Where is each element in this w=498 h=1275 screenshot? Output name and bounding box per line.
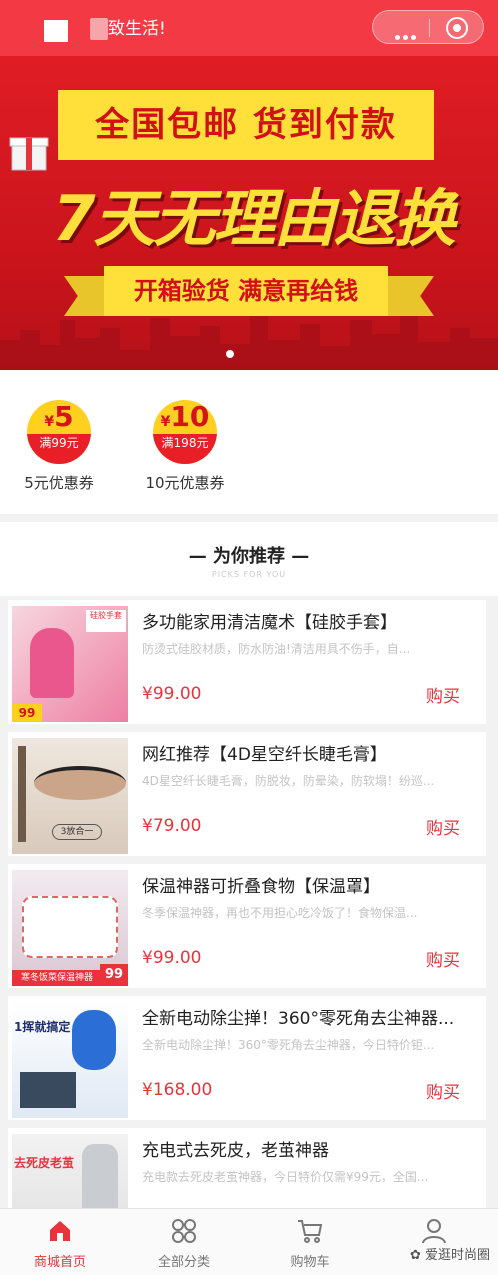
thumb-caption: 3放合一: [52, 824, 102, 840]
banner-line-3: 开箱验货 满意再给钱: [104, 266, 388, 316]
food-cover-shape: [22, 896, 118, 958]
coupon-badge: ¥5 满99元: [27, 400, 91, 464]
coupon-amount: 5: [54, 400, 74, 433]
tab-cart[interactable]: 购物车: [260, 1217, 360, 1270]
capsule-divider: [429, 19, 430, 37]
product-image: 硅胶手套 99: [12, 606, 128, 722]
title-blur: [90, 18, 108, 40]
product-price: ¥99.00: [142, 684, 202, 704]
demo-photo: [20, 1072, 76, 1108]
tab-label: 购物车: [290, 1255, 330, 1270]
tab-label: 全部分类: [157, 1255, 210, 1270]
product-card[interactable]: 1挥就搞定 全新电动除尘掸！360°零死角去尘神器... 全新电动除尘掸！360…: [8, 996, 486, 1120]
product-card[interactable]: 寒冬饭菜保温神器 99 保温神器可折叠食物【保温罩】 冬季保温神器，再也不用担心…: [8, 864, 486, 988]
bottom-tab-bar: 商城首页 全部分类 购物车: [0, 1208, 498, 1275]
tab-home[interactable]: 商城首页: [10, 1217, 110, 1270]
user-icon: [420, 1217, 448, 1245]
more-icon[interactable]: [395, 25, 421, 40]
currency-symbol: ¥: [160, 414, 171, 430]
tab-label: 商城首页: [33, 1255, 86, 1270]
product-name: 网红推荐【4D星空纤长睫毛膏】: [142, 745, 387, 765]
thumb-caption: 去死皮老茧: [14, 1156, 75, 1170]
product-name: 保温神器可折叠食物【保温罩】: [142, 877, 380, 897]
currency-symbol: ¥: [44, 414, 55, 430]
mini-program-capsule: [372, 10, 484, 44]
buy-button[interactable]: 购买: [426, 682, 460, 707]
coupon-label: 10元优惠券: [145, 474, 225, 492]
ribbon-right: [388, 276, 434, 316]
coupon-amount: 10: [170, 400, 210, 433]
buy-button[interactable]: 购买: [426, 1078, 460, 1103]
carousel-indicator[interactable]: [226, 350, 234, 358]
product-desc: 全新电动除尘掸！360°零死角去尘神器，今日特价钜...: [142, 1038, 435, 1052]
coupon-badge: ¥10 满198元: [153, 400, 217, 464]
coupon-10[interactable]: ¥10 满198元 10元优惠券: [130, 400, 240, 493]
wechat-icon: ✿: [409, 1248, 421, 1263]
home-icon: [46, 1217, 74, 1245]
duster-shape: [72, 1010, 116, 1070]
product-desc: 冬季保温神器，再也不用担心吃冷饭了！食物保温...: [142, 906, 418, 920]
tab-categories[interactable]: 全部分类: [134, 1217, 234, 1270]
cart-icon: [296, 1217, 324, 1245]
product-name: 多功能家用清洁魔术【硅胶手套】: [142, 613, 397, 633]
watermark-text: 爱逛时尚圈: [424, 1248, 490, 1263]
top-bar: 致生活!: [0, 0, 498, 56]
banner-line-1: 全国包邮 货到付款: [58, 90, 434, 160]
product-desc: 4D星空纤长睫毛膏，防脱妆，防晕染，防软塌！纷巡...: [142, 774, 435, 788]
product-image: 寒冬饭菜保温神器 99: [12, 870, 128, 986]
product-desc: 充电款去死皮老茧神器，今日特价仅需¥99元，全国...: [142, 1170, 429, 1184]
product-image: 3放合一: [12, 738, 128, 854]
product-image: 1挥就搞定: [12, 1002, 128, 1118]
coupon-condition: 满99元: [27, 434, 91, 464]
eye-shape: [34, 766, 126, 800]
coupon-section: ¥5 满99元 5元优惠券 ¥10 满198元 10元优惠券: [0, 370, 498, 514]
thumb-caption: 寒冬饭菜保温神器: [12, 970, 102, 986]
promo-banner[interactable]: 全国包邮 货到付款 7天无理由退换 开箱验货 满意再给钱: [0, 56, 498, 370]
recommend-title: — 为你推荐 —: [188, 546, 310, 567]
product-desc: 防烫式硅胶材质，防水防油!清洁用具不伤手，自...: [142, 642, 411, 656]
product-card[interactable]: 3放合一 网红推荐【4D星空纤长睫毛膏】 4D星空纤长睫毛膏，防脱妆，防晕染，防…: [8, 732, 486, 856]
glove-shape: [30, 628, 74, 698]
watermark: ✿ 爱逛时尚圈: [410, 1244, 490, 1263]
coupon-label: 5元优惠券: [24, 474, 94, 492]
gift-box-icon: [9, 137, 49, 171]
grid-icon: [170, 1217, 198, 1245]
close-mini-program-icon[interactable]: [446, 17, 468, 39]
banner-line-2: 7天无理由退换: [52, 182, 455, 255]
product-price: ¥99.00: [142, 948, 202, 968]
price-badge: 99: [12, 704, 42, 722]
recommend-heading: — 为你推荐 — PICKS FOR YOU: [0, 522, 498, 596]
product-price: ¥79.00: [142, 816, 202, 836]
buy-button[interactable]: 购买: [426, 814, 460, 839]
product-name: 全新电动除尘掸！360°零死角去尘神器...: [142, 1009, 455, 1029]
product-price: ¥168.00: [142, 1080, 213, 1100]
price-badge: 99: [100, 964, 128, 986]
product-image: 去死皮老茧: [12, 1134, 128, 1208]
coupon-condition: 满198元: [153, 434, 217, 464]
coupon-5[interactable]: ¥5 满99元 5元优惠券: [4, 400, 114, 493]
app-logo: [44, 20, 68, 42]
product-card[interactable]: 硅胶手套 99 多功能家用清洁魔术【硅胶手套】 防烫式硅胶材质，防水防油!清洁用…: [8, 600, 486, 724]
mascara-wand: [18, 746, 26, 842]
thumb-caption: 硅胶手套: [86, 610, 126, 632]
product-card[interactable]: 去死皮老茧 充电式去死皮，老茧神器 充电款去死皮老茧神器，今日特价仅需¥99元，…: [8, 1128, 486, 1208]
device-shape: [82, 1144, 118, 1208]
page-title: 致生活!: [108, 19, 166, 39]
buy-button[interactable]: 购买: [426, 946, 460, 971]
recommend-subtitle: PICKS FOR YOU: [211, 570, 287, 579]
product-name: 充电式去死皮，老茧神器: [142, 1141, 329, 1161]
